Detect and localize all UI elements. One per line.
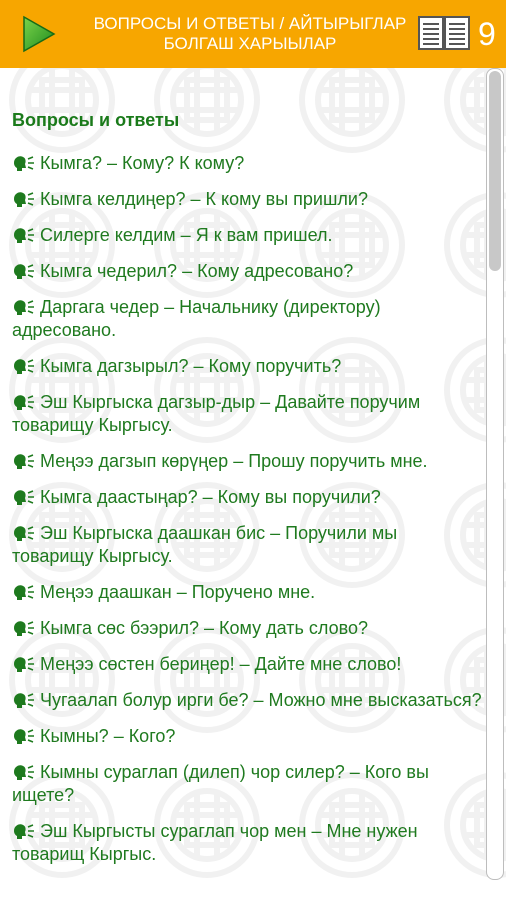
phrase-text: Кымга чедерил? – Кому адресовано? xyxy=(40,261,354,281)
speaking-head-icon xyxy=(14,824,34,839)
header-title: ВОПРОСЫ И ОТВЕТЫ / АЙТЫРЫГЛАР БОЛГАШ ХАР… xyxy=(80,14,420,54)
phrase-text: Эш Кыргыска дагзыр-дыр – Давайте поручим… xyxy=(12,392,421,435)
phrase-item[interactable]: Силерге келдим – Я к вам пришел. xyxy=(12,224,482,247)
speaking-head-icon xyxy=(14,729,34,744)
speaking-head-icon xyxy=(14,395,34,410)
section-title: Вопросы и ответы xyxy=(12,110,180,130)
speaking-head-icon xyxy=(14,490,34,505)
phrase-text: Кымга дагзырыл? – Кому поручить? xyxy=(40,356,342,376)
phrase-item[interactable]: Кымга сөс бээрил? – Кому дать слово? xyxy=(12,617,482,640)
phrase-item[interactable]: Меңээ сөстен бериңер! – Дайте мне слово! xyxy=(12,653,482,676)
phrase-item[interactable]: Эш Кыргыска даашкан бис – Поручили мы то… xyxy=(12,522,482,568)
speaking-head-icon xyxy=(14,693,34,708)
scrollbar-thumb[interactable] xyxy=(489,71,501,271)
phrase-text: Меңээ даашкан – Поручено мне. xyxy=(40,582,316,602)
phrase-text: Эш Кыргысты сураглап чор мен – Мне нужен… xyxy=(12,821,418,864)
phrase-text: Кымга даастыңар? – Кому вы поручили? xyxy=(40,487,381,507)
speaking-head-icon xyxy=(14,657,34,672)
speaking-head-icon xyxy=(14,264,34,279)
phrase-text: Кымны? – Кого? xyxy=(40,726,176,746)
phrase-list: Кымга? – Кому? К кому? Кымга келдиңер? –… xyxy=(12,152,482,879)
phrase-text: Кымны сураглап (дилеп) чор силер? – Кого… xyxy=(12,762,429,805)
page-number: 9 xyxy=(478,16,496,52)
content-area[interactable]: Вопросы и ответы Кымга? – Кому? К кому? … xyxy=(0,68,506,900)
speaking-head-icon xyxy=(14,300,34,315)
phrase-item[interactable]: Кымга даастыңар? – Кому вы поручили? xyxy=(12,486,482,509)
phrase-text: Даргага чедер – Начальнику (директору) а… xyxy=(12,297,381,340)
speaking-head-icon xyxy=(14,228,34,243)
phrase-item[interactable]: Даргага чедер – Начальнику (директору) а… xyxy=(12,296,482,342)
phrase-item[interactable]: Эш Кыргыска дагзыр-дыр – Давайте поручим… xyxy=(12,391,482,437)
phrase-text: Меңээ сөстен бериңер! – Дайте мне слово! xyxy=(40,654,402,674)
phrase-item[interactable]: Меңээ даашкан – Поручено мне. xyxy=(12,581,482,604)
phrase-item[interactable]: Кымны сураглап (дилеп) чор силер? – Кого… xyxy=(12,761,482,807)
phrase-item[interactable]: Кымга чедерил? – Кому адресовано? xyxy=(12,260,482,283)
phrase-text: Кымга? – Кому? К кому? xyxy=(40,153,245,173)
phrase-item[interactable]: Кымны? – Кого? xyxy=(12,725,482,748)
book-icon[interactable] xyxy=(418,16,470,50)
header-title-line1: ВОПРОСЫ И ОТВЕТЫ / АЙТЫРЫГЛАР xyxy=(93,14,407,33)
play-icon[interactable] xyxy=(18,14,58,54)
speaking-head-icon xyxy=(14,765,34,780)
phrase-text: Чугаалап болур ирги бе? – Можно мне выск… xyxy=(40,690,482,710)
speaking-head-icon xyxy=(14,526,34,541)
phrase-item[interactable]: Кымга? – Кому? К кому? xyxy=(12,152,482,175)
speaking-head-icon xyxy=(14,156,34,171)
app-header: ВОПРОСЫ И ОТВЕТЫ / АЙТЫРЫГЛАР БОЛГАШ ХАР… xyxy=(0,0,506,68)
phrase-item[interactable]: Кымга келдиңер? – К кому вы пришли? xyxy=(12,188,482,211)
phrase-text: Кымга келдиңер? – К кому вы пришли? xyxy=(40,189,368,209)
speaking-head-icon xyxy=(14,192,34,207)
phrase-item[interactable]: Меңээ дагзып көрүңер – Прошу поручить мн… xyxy=(12,450,482,473)
phrase-text: Силерге келдим – Я к вам пришел. xyxy=(40,225,333,245)
phrase-item[interactable]: Кымга дагзырыл? – Кому поручить? xyxy=(12,355,482,378)
phrase-item[interactable]: Эш Кыргысты сураглап чор мен – Мне нужен… xyxy=(12,820,482,866)
phrase-item[interactable]: Чугаалап болур ирги бе? – Можно мне выск… xyxy=(12,689,482,712)
phrase-text: Кымга сөс бээрил? – Кому дать слово? xyxy=(40,618,368,638)
scrollbar[interactable] xyxy=(486,68,504,880)
speaking-head-icon xyxy=(14,585,34,600)
phrase-text: Меңээ дагзып көрүңер – Прошу поручить мн… xyxy=(40,451,428,471)
speaking-head-icon xyxy=(14,621,34,636)
speaking-head-icon xyxy=(14,359,34,374)
speaking-head-icon xyxy=(14,454,34,469)
header-title-line2: БОЛГАШ ХАРЫЫЛАР xyxy=(163,34,337,53)
phrase-text: Эш Кыргыска даашкан бис – Поручили мы то… xyxy=(12,523,398,566)
